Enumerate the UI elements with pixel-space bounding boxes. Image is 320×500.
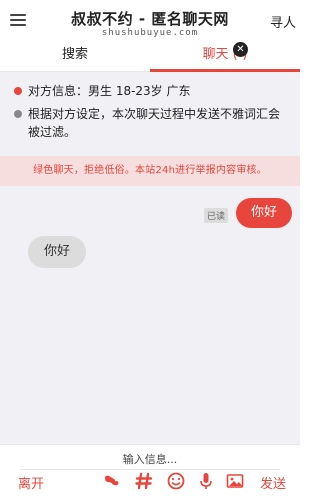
image-icon[interactable] [225, 471, 245, 491]
red-dot-icon [14, 87, 22, 95]
send-button[interactable]: 发送 [260, 473, 286, 492]
message-bubble-received: 你好 [28, 236, 86, 268]
find-person-button[interactable]: 寻人 [270, 12, 296, 31]
partner-info-row: 对方信息：男生 18-23岁 广东 [12, 82, 288, 100]
input-underline [20, 469, 280, 470]
chat-area[interactable]: 对方信息：男生 18-23岁 广东 根据对方设定，本次聊天过程中发送不雅词汇会被… [0, 72, 300, 444]
filter-notice-text: 根据对方设定，本次聊天过程中发送不雅词汇会被过滤。 [28, 107, 281, 139]
partner-info-panel: 对方信息：男生 18-23岁 广东 根据对方设定，本次聊天过程中发送不雅词汇会被… [0, 72, 300, 146]
sticker-icon[interactable] [102, 471, 122, 491]
close-icon[interactable]: ✕ [233, 42, 248, 57]
moderation-notice: 绿色聊天，拒绝低俗。本站24h进行举报内容审核。 [0, 156, 300, 186]
emoji-icon[interactable] [166, 471, 186, 491]
read-status-badge: 已读 [203, 208, 228, 223]
app-header: 叔叔不约 - 匿名聊天网 shushubuyue.com 寻人 [0, 0, 300, 44]
app-title: 叔叔不约 - 匿名聊天网 [71, 10, 229, 28]
message-bubble-sent: 你好 [236, 198, 292, 228]
partner-info-text: 对方信息：男生 18-23岁 广东 [28, 84, 191, 98]
tab-chat[interactable]: 聊天 (-) [150, 44, 300, 72]
app-subtitle: shushubuyue.com [101, 28, 199, 38]
input-bar: 离开 发送 [0, 444, 300, 500]
message-input[interactable] [60, 451, 240, 467]
leave-button[interactable]: 离开 [18, 473, 44, 492]
filter-notice-row: 根据对方设定，本次聊天过程中发送不雅词汇会被过滤。 [12, 105, 288, 141]
hashtag-icon[interactable] [134, 471, 154, 491]
tab-bar: 搜索 聊天 (-) [0, 44, 300, 72]
gray-dot-icon [14, 110, 22, 118]
microphone-icon[interactable] [196, 471, 216, 491]
tab-search[interactable]: 搜索 [0, 44, 150, 72]
